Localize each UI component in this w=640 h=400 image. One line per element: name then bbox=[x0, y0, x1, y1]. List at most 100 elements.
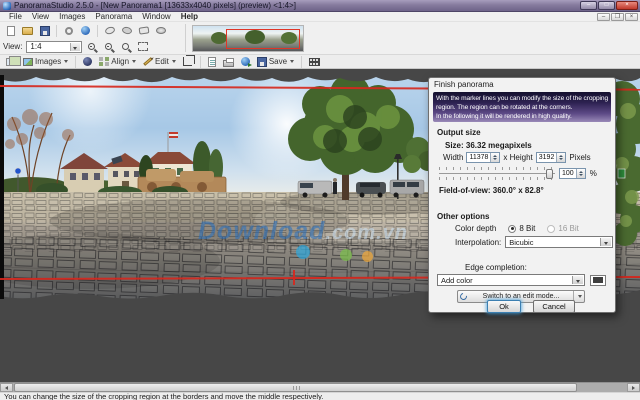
slider-thumb[interactable] bbox=[546, 169, 553, 179]
scale-percent-field[interactable]: 100 bbox=[559, 168, 586, 179]
toolbar-separator bbox=[97, 24, 98, 37]
pencil-icon bbox=[143, 57, 153, 66]
zoom-region-button[interactable] bbox=[118, 40, 133, 54]
color-depth-16bit-radio[interactable]: 16 Bit bbox=[547, 224, 579, 233]
edit-button-label: Edit bbox=[155, 57, 169, 66]
projection-mirrorball-button[interactable] bbox=[153, 24, 168, 38]
film-icon bbox=[309, 57, 321, 66]
close-button[interactable]: × bbox=[616, 1, 638, 10]
color-depth-8bit-radio[interactable]: 8 Bit bbox=[508, 224, 535, 233]
save-project-button[interactable] bbox=[37, 24, 52, 38]
images-button-label: Images bbox=[35, 57, 62, 66]
zoom-region-icon bbox=[122, 43, 130, 50]
globe-export-icon bbox=[240, 57, 252, 67]
finish-panorama-dialog[interactable]: Finish panorama With the marker lines yo… bbox=[428, 77, 616, 313]
horizontal-scrollbar[interactable] bbox=[0, 382, 640, 392]
align-button[interactable]: Align bbox=[97, 56, 138, 68]
width-field[interactable]: 11378 bbox=[466, 152, 501, 163]
open-folder-icon bbox=[22, 26, 33, 35]
projection-spherical-button[interactable] bbox=[119, 24, 134, 38]
fit-to-window-button[interactable] bbox=[135, 40, 150, 54]
interactive-panorama-button[interactable] bbox=[206, 56, 218, 68]
edge-completion-select[interactable]: Add color bbox=[437, 274, 585, 286]
height-spinner[interactable] bbox=[556, 153, 566, 162]
open-button[interactable] bbox=[20, 24, 35, 38]
window-title: PanoramaStudio 2.5.0 - [New Panorama1 [1… bbox=[14, 1, 296, 10]
slideshow-button[interactable] bbox=[307, 56, 322, 68]
app-icon bbox=[3, 1, 11, 10]
zoom-in-button[interactable] bbox=[84, 40, 99, 54]
menu-file[interactable]: File bbox=[4, 12, 27, 22]
chevron-down-icon bbox=[290, 60, 295, 63]
crop-button[interactable] bbox=[181, 55, 195, 68]
scroll-left-arrow[interactable] bbox=[0, 383, 13, 392]
projection-planar-button[interactable] bbox=[136, 24, 151, 38]
edge-color-swatch[interactable] bbox=[590, 274, 606, 286]
menu-panorama[interactable]: Panorama bbox=[90, 12, 137, 22]
toolbar-separator bbox=[185, 24, 186, 52]
menu-window[interactable]: Window bbox=[137, 12, 175, 22]
align-grid-icon bbox=[99, 57, 110, 66]
stitch-button[interactable] bbox=[81, 56, 94, 68]
help-button[interactable] bbox=[78, 24, 93, 38]
cancel-button[interactable]: Cancel bbox=[533, 300, 575, 313]
fit-window-icon bbox=[137, 42, 148, 51]
view-zoom-select[interactable]: 1:4 bbox=[26, 40, 83, 53]
save-button-label: Save bbox=[268, 57, 288, 66]
menu-images[interactable]: Images bbox=[54, 12, 90, 22]
projection-plane-icon bbox=[138, 26, 149, 35]
mdi-close-button[interactable]: × bbox=[625, 12, 638, 21]
panorama-overview-thumbnail[interactable] bbox=[192, 25, 304, 52]
menu-view[interactable]: View bbox=[27, 12, 54, 22]
pixels-label: Pixels bbox=[569, 153, 591, 162]
ok-button[interactable]: Ok bbox=[487, 300, 521, 313]
save-panorama-button[interactable]: Save bbox=[255, 56, 296, 68]
camera-settings-button[interactable] bbox=[61, 24, 76, 38]
scale-spinner[interactable] bbox=[575, 169, 585, 178]
thumbnail-crop-rectangle bbox=[226, 29, 300, 49]
import-images-button[interactable] bbox=[4, 55, 21, 68]
minimize-button[interactable]: – bbox=[580, 1, 597, 10]
edge-completion-label: Edge completion: bbox=[465, 263, 527, 272]
photos-icon bbox=[23, 57, 33, 66]
radio-selected-icon bbox=[508, 224, 517, 233]
new-document-icon bbox=[6, 25, 15, 36]
image-stack-icon bbox=[6, 55, 21, 66]
status-bar: You can change the size of the cropping … bbox=[0, 392, 640, 400]
crop-marker-handle[interactable] bbox=[293, 270, 295, 285]
projection-cylindrical-button[interactable] bbox=[102, 24, 117, 38]
toolbar-separator bbox=[56, 24, 57, 37]
chevron-down-icon bbox=[64, 60, 69, 63]
web-export-button[interactable] bbox=[239, 56, 252, 68]
menu-help[interactable]: Help bbox=[176, 12, 203, 22]
height-label: x Height bbox=[503, 153, 533, 162]
projection-mirror-icon bbox=[155, 27, 166, 34]
color-depth-label: Color depth bbox=[455, 224, 497, 233]
scrollbar-thumb[interactable] bbox=[14, 383, 577, 392]
window-titlebar[interactable]: PanoramaStudio 2.5.0 - [New Panorama1 [1… bbox=[0, 0, 640, 12]
interpolation-select[interactable]: Bicubic bbox=[505, 236, 614, 248]
toolbar-separator bbox=[199, 55, 201, 68]
width-spinner[interactable] bbox=[490, 153, 500, 162]
print-button[interactable] bbox=[221, 56, 236, 68]
other-options-heading: Other options bbox=[437, 212, 490, 221]
scroll-right-arrow[interactable] bbox=[627, 383, 640, 392]
projection-sphere-icon bbox=[120, 26, 133, 35]
projection-cylinder-icon bbox=[103, 25, 116, 36]
images-button[interactable]: Images bbox=[21, 56, 70, 68]
mdi-restore-button[interactable]: ❐ bbox=[611, 12, 624, 21]
output-size-heading: Output size bbox=[437, 128, 481, 137]
edit-toolbar: Images Align Edit Save bbox=[0, 55, 640, 69]
mdi-minimize-button[interactable]: – bbox=[597, 12, 610, 21]
chevron-down-icon bbox=[600, 238, 612, 246]
scale-slider[interactable] bbox=[439, 167, 555, 180]
height-field[interactable]: 3192 bbox=[535, 152, 567, 163]
main-toolbar: View: 1:4 bbox=[0, 22, 640, 55]
edit-button[interactable]: Edit bbox=[141, 56, 178, 68]
zoom-out-button[interactable] bbox=[101, 40, 116, 54]
new-project-button[interactable] bbox=[3, 24, 18, 38]
view-label: View: bbox=[3, 42, 23, 51]
maximize-button[interactable]: □ bbox=[598, 1, 615, 10]
chevron-down-icon bbox=[70, 42, 81, 51]
radio-unselected-icon bbox=[547, 224, 556, 233]
